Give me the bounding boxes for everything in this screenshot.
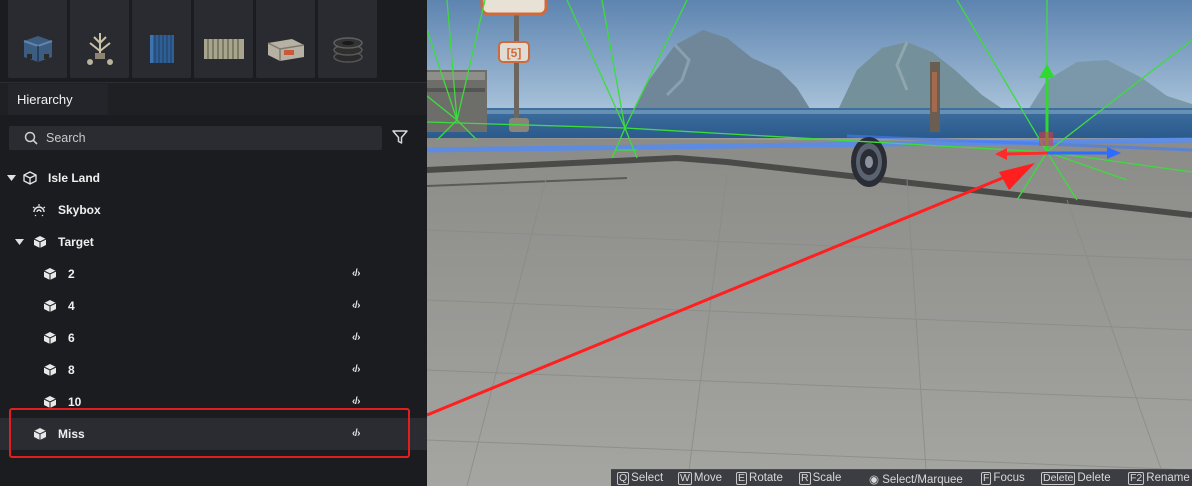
tree-item-4[interactable]: 4 ‹/›	[0, 290, 427, 322]
asset-grid	[0, 0, 427, 82]
tree-item-6[interactable]: 6 ‹/›	[0, 322, 427, 354]
tab-hierarchy[interactable]: Hierarchy	[8, 84, 108, 115]
asset-tile-fence[interactable]	[194, 20, 253, 78]
asset-tile-antenna[interactable]	[70, 20, 129, 78]
mouse-icon: ◉	[869, 474, 883, 486]
shortcut-focus: F Focus	[981, 472, 1025, 485]
box-icon	[267, 39, 304, 61]
scene-render[interactable]: [5]	[427, 0, 1192, 486]
asset-row	[8, 20, 377, 78]
script-icon[interactable]: ‹/›	[352, 322, 360, 354]
tree-item-label: 6	[68, 331, 75, 345]
tree-item-label: Isle Land	[48, 171, 101, 185]
cube-icon	[43, 268, 57, 280]
asset-tile-container[interactable]	[132, 20, 191, 78]
cube-icon	[43, 300, 57, 312]
sign-label: [5]	[507, 46, 522, 60]
shortcut-bar: Q Select W Move E Rotate R Scale ◉ Select/Ma…	[611, 469, 1192, 486]
tree-item-8[interactable]: 8 ‹/›	[0, 354, 427, 386]
skybox-icon	[32, 204, 46, 217]
cube-icon	[33, 236, 47, 248]
tree-item-label: 8	[68, 363, 75, 377]
antenna-icon	[86, 33, 113, 65]
caret-down-icon[interactable]	[15, 238, 24, 246]
script-icon[interactable]: ‹/›	[352, 258, 360, 290]
shortcut-rotate: E Rotate	[736, 472, 783, 485]
asset-tile-crate[interactable]	[8, 20, 67, 78]
script-icon[interactable]: ‹/›	[352, 354, 360, 386]
tree-item-label: 2	[68, 267, 75, 281]
shortcut-rename: F2 Rename	[1128, 472, 1190, 485]
tree-item-label: 4	[68, 299, 75, 313]
search-box[interactable]	[9, 126, 382, 150]
scene-viewport[interactable]: [5] Q Select W Move E Rotate R Scale ◉ S…	[427, 0, 1192, 486]
asset-tile-tires[interactable]	[318, 20, 377, 78]
tree-item-isle-land[interactable]: Isle Land	[0, 162, 427, 194]
asset-tile-box[interactable]	[256, 20, 315, 78]
scene-cube-icon	[23, 171, 37, 185]
cube-icon	[43, 396, 57, 408]
shortcut-delete: Delete Delete	[1041, 472, 1111, 485]
shortcut-move: W Move	[678, 472, 723, 485]
cube-icon	[43, 364, 57, 376]
cube-icon	[43, 332, 57, 344]
script-icon[interactable]: ‹/›	[352, 290, 360, 322]
caret-down-icon[interactable]	[7, 174, 16, 182]
hierarchy-header: Hierarchy	[0, 82, 427, 115]
search-input[interactable]	[46, 126, 366, 150]
shortcut-scale: R Scale	[799, 472, 842, 485]
tire-stack-icon	[332, 37, 363, 63]
hierarchy-panel: Hierarchy Isle Land Skybox Target	[0, 0, 427, 486]
crate-icon	[23, 36, 52, 62]
container-icon	[149, 35, 174, 63]
tree-item-label: Skybox	[58, 203, 101, 217]
fence-icon	[203, 39, 244, 59]
tree-item-target[interactable]: Target	[0, 226, 427, 258]
search-icon	[24, 131, 38, 145]
annotation-highlight-box	[9, 408, 410, 458]
tree-item-label: Target	[58, 235, 94, 249]
tree-item-skybox[interactable]: Skybox	[0, 194, 427, 226]
filter-icon[interactable]	[391, 128, 409, 146]
shortcut-marquee: ◉ Select/Marquee	[869, 474, 963, 486]
tree-item-2[interactable]: 2 ‹/›	[0, 258, 427, 290]
shortcut-select: Q Select	[617, 472, 664, 485]
